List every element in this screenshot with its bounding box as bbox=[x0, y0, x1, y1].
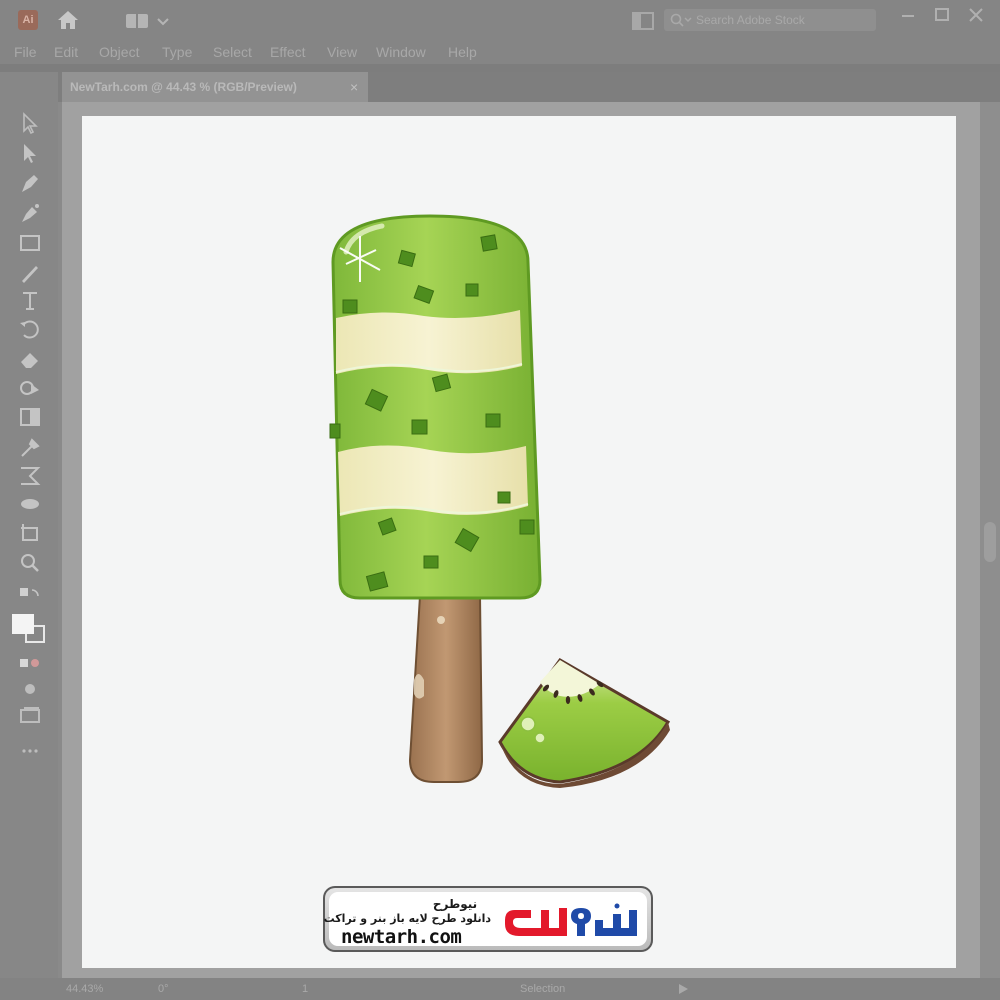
brand-url: newtarh.com bbox=[341, 926, 462, 948]
status-mode[interactable]: Selection bbox=[520, 983, 565, 995]
kiwi-slice bbox=[498, 658, 671, 788]
brand-title: نیوطرح bbox=[432, 897, 478, 911]
zoom-level[interactable]: 44.43% bbox=[66, 983, 103, 995]
popsicle-illustration bbox=[329, 214, 671, 788]
play-icon[interactable] bbox=[676, 982, 690, 996]
rotation-value[interactable]: 0° bbox=[158, 983, 169, 995]
brand-watermark: نیوطرح دانلود طرح لایه باز بنر و تراکت n… bbox=[323, 886, 653, 952]
status-bar: 44.43% 0° 1 Selection bbox=[0, 978, 1000, 1000]
popsicle-body bbox=[329, 214, 542, 600]
artboard-number[interactable]: 1 bbox=[302, 983, 308, 995]
brand-logo-icon bbox=[505, 903, 637, 936]
brand-watermark-inner: نیوطرح دانلود طرح لایه باز بنر و تراکت n… bbox=[323, 892, 647, 948]
brand-subtitle: دانلود طرح لایه باز بنر و تراکت bbox=[323, 912, 491, 925]
popsicle-stick bbox=[408, 595, 484, 783]
